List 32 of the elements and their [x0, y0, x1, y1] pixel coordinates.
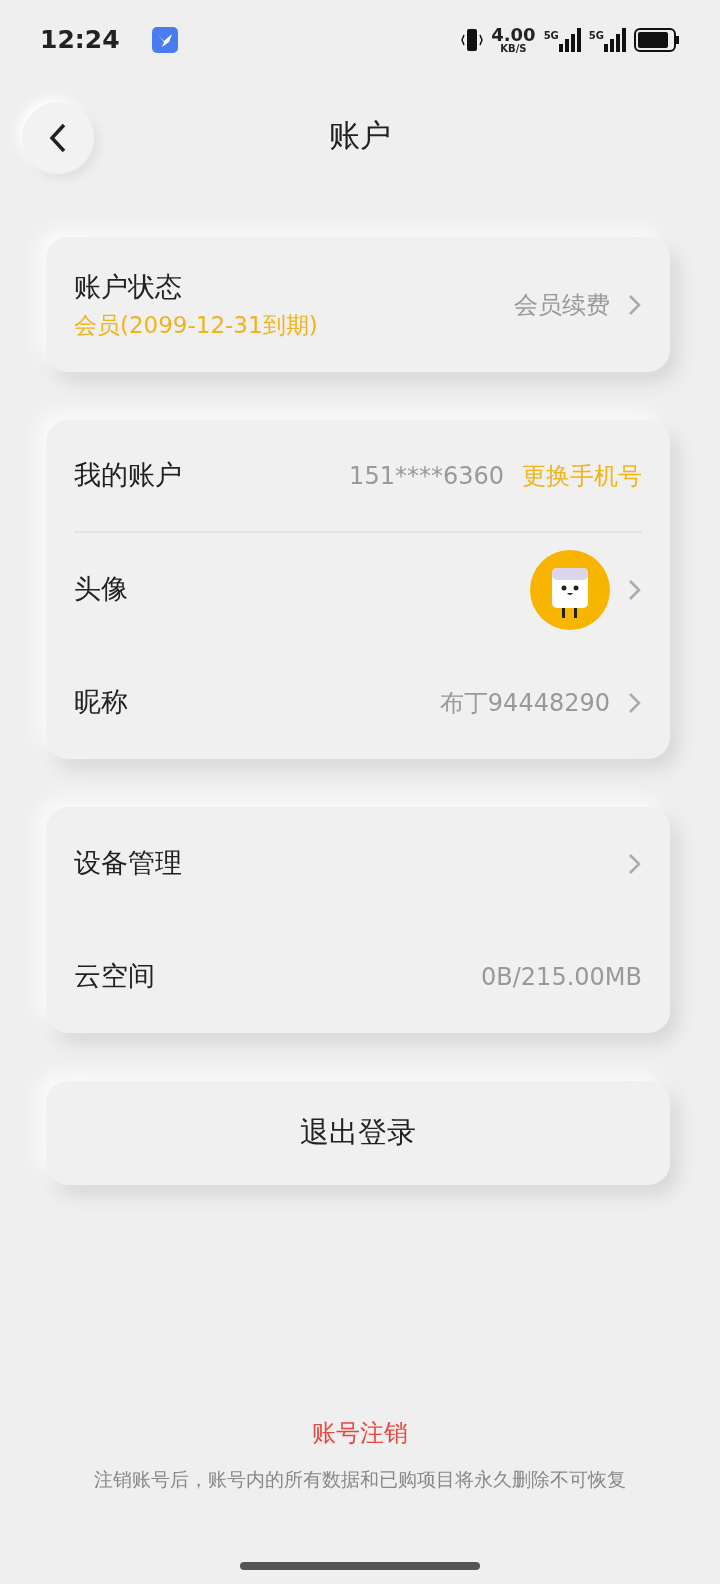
speed-unit: KB/S	[500, 44, 527, 54]
settings-row[interactable]: 头像	[74, 533, 642, 646]
row-label: 昵称	[74, 685, 128, 720]
status-time: 12:24	[40, 24, 120, 57]
row-value: 0B/215.00MB	[481, 961, 642, 993]
settings-row[interactable]: 云空间 0B/215.00MB	[74, 920, 642, 1033]
row-value: 会员续费	[514, 289, 610, 321]
battery-icon	[634, 28, 680, 52]
row-label: 设备管理	[74, 846, 182, 881]
row-value: 布丁94448290	[439, 687, 610, 719]
row-label: 头像	[74, 572, 128, 607]
network-speed: 4.00	[491, 26, 536, 44]
network-type: 5G	[543, 29, 559, 43]
row-label: 云空间	[74, 959, 155, 994]
row-value: 151****6360	[349, 460, 504, 492]
vibrate-icon	[461, 27, 484, 53]
back-icon	[48, 122, 68, 154]
settings-row[interactable]: 我的账户 151****6360 更换手机号	[74, 420, 642, 533]
bird-app-icon	[151, 27, 178, 53]
row-label: 我的账户	[74, 458, 182, 493]
signal-icon	[558, 28, 581, 52]
row-label: 账户状态	[74, 270, 183, 304]
avatar-icon	[530, 549, 610, 630]
logout-button[interactable]: 退出登录	[46, 1081, 670, 1185]
settings-row[interactable]: 设备管理	[74, 807, 642, 920]
delete-warning: 注销账号后，账号内的所有数据和已购项目将永久删除不可恢复	[94, 1467, 626, 1492]
settings-row[interactable]: 昵称 布丁94448290	[74, 646, 642, 759]
settings-row[interactable]: 账户状态 会员(2099-12-31到期) 会员续费	[74, 237, 642, 372]
network-type: 5G	[588, 29, 604, 43]
signal-icon	[604, 28, 626, 52]
page-title: 账户	[329, 115, 391, 155]
membership-expiry: 会员(2099-12-31到期)	[74, 310, 318, 340]
